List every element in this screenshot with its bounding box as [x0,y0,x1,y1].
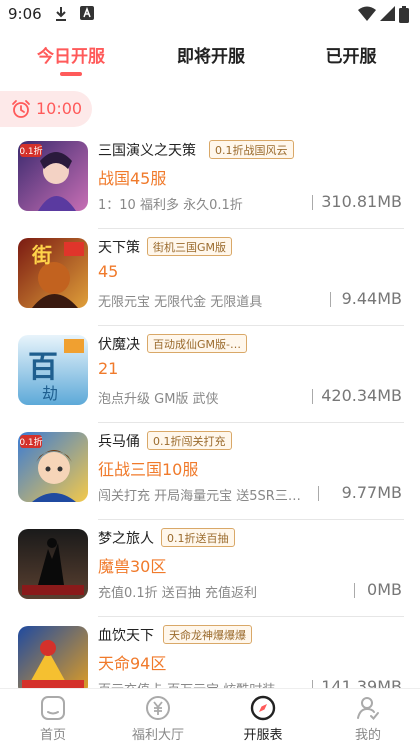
game-server: 征战三国10服 [98,460,199,479]
bottom-nav: 首页 福利大厅 开服表 我的 [0,688,420,746]
game-size: 9.44MB [341,289,402,308]
game-server: 天命94区 [98,654,167,673]
game-tag: 天命龙神爆爆爆 [163,625,252,644]
game-name: 兵马俑 [98,434,140,450]
game-tag: 街机三国GM版 [147,237,233,256]
game-row[interactable]: 0.1折 三国演义之天策 0.1折战国风云 战国45服 1：10 福利多 永久0… [0,132,420,229]
game-size: 0MB [367,580,402,599]
game-row[interactable]: 血饮天下 天命龙神爆爆爆 天命94区 百元充值卡 百万元宝 炫酷时装 141.3… [0,617,420,688]
game-desc: 闯关打充 开局海量元宝 送5SR三… [98,489,301,504]
nav-item-mine[interactable]: 我的 [328,689,408,746]
game-desc: 百元充值卡 百万元宝 炫酷时装 [98,679,313,688]
battery-icon [399,6,409,23]
game-icon [18,529,88,599]
download-icon [56,7,66,21]
game-server-list: 0.1折 三国演义之天策 0.1折战国风云 战国45服 1：10 福利多 永久0… [0,132,420,688]
user-icon [357,697,379,720]
nav-label: 我的 [354,728,381,743]
nav-label: 首页 [39,728,66,743]
game-desc: 泡点升级 GM版 武侠 [98,392,219,407]
game-name: 天下策 [98,240,140,256]
active-tab-indicator [60,72,82,76]
server-tabs: 今日开服 即将开服 已开服 [0,36,420,84]
game-icon: 百 劫 [18,335,88,405]
svg-text:0.1折: 0.1折 [19,436,42,448]
compass-icon [250,695,276,721]
separator [312,389,313,404]
game-row[interactable]: 0.1折 兵马俑 0.1折闯关打充 征战三国10服 闯关打充 开局海量元宝 送5… [0,423,420,520]
game-row[interactable]: 梦之旅人 0.1折送百抽 魔兽30区 充值0.1折 送百抽 充值返利 0MB [0,520,420,617]
wifi-icon [358,6,376,21]
time-group-chip: 10:00 [0,91,92,127]
separator [312,680,313,688]
game-tag: 0.1折闯关打充 [147,431,232,450]
game-tag: 0.1折战国风云 [209,140,294,159]
app-a-icon [80,6,94,20]
svg-text:劫: 劫 [42,384,58,403]
game-size: 141.39MB [321,677,402,688]
svg-text:百: 百 [28,350,58,385]
status-bar: 9:06 [0,0,420,30]
game-name: 血饮天下 [98,628,154,644]
nav-item-server-schedule[interactable]: 开服表 [223,689,303,746]
game-size: 420.34MB [321,386,402,405]
home-icon [41,696,65,720]
svg-text:0.1折: 0.1折 [19,145,42,157]
separator [330,292,331,307]
tab-today-open[interactable]: 今日开服 [16,42,126,67]
game-server: 战国45服 [98,169,167,188]
game-desc: 1：10 福利多 永久0.1折 [98,198,243,213]
signal-icon [380,6,395,21]
game-server: 45 [98,262,119,281]
game-server: 21 [98,359,119,378]
time-group-label: 10:00 [36,99,83,118]
svg-text:街: 街 [31,243,52,267]
game-icon: 0.1折 [18,432,88,502]
separator [354,583,355,598]
nav-label: 福利大厅 [131,728,184,743]
game-row[interactable]: 街 天下策 街机三国GM版 45 无限元宝 无限代金 无限道具 9.44MB [0,229,420,326]
yen-coin-icon [146,696,170,720]
status-time: 9:06 [8,5,42,23]
game-server: 魔兽30区 [98,557,167,576]
nav-label: 开服表 [243,728,283,743]
game-desc: 无限元宝 无限代金 无限道具 [98,295,263,310]
tab-already-open[interactable]: 已开服 [296,42,406,67]
game-icon [18,626,88,688]
game-name: 梦之旅人 [98,531,154,547]
game-tag: 0.1折送百抽 [161,528,235,547]
game-icon: 街 [18,238,88,308]
game-tag: 百动成仙GM版-… [147,334,247,353]
game-name: 三国演义之天策 [98,143,196,159]
game-row[interactable]: 百 劫 伏魔决 百动成仙GM版-… 21 泡点升级 GM版 武侠 420.34M… [0,326,420,423]
game-desc: 充值0.1折 送百抽 充值返利 [98,586,257,601]
separator [318,486,319,501]
separator [312,195,313,210]
nav-item-welfare[interactable]: 福利大厅 [118,689,198,746]
game-icon: 0.1折 [18,141,88,211]
game-size: 310.81MB [321,192,402,211]
tab-upcoming-open[interactable]: 即将开服 [156,42,266,67]
game-name: 伏魔决 [98,337,140,353]
nav-item-home[interactable]: 首页 [13,689,93,746]
game-size: 9.77MB [341,483,402,502]
alarm-clock-icon [12,100,30,118]
